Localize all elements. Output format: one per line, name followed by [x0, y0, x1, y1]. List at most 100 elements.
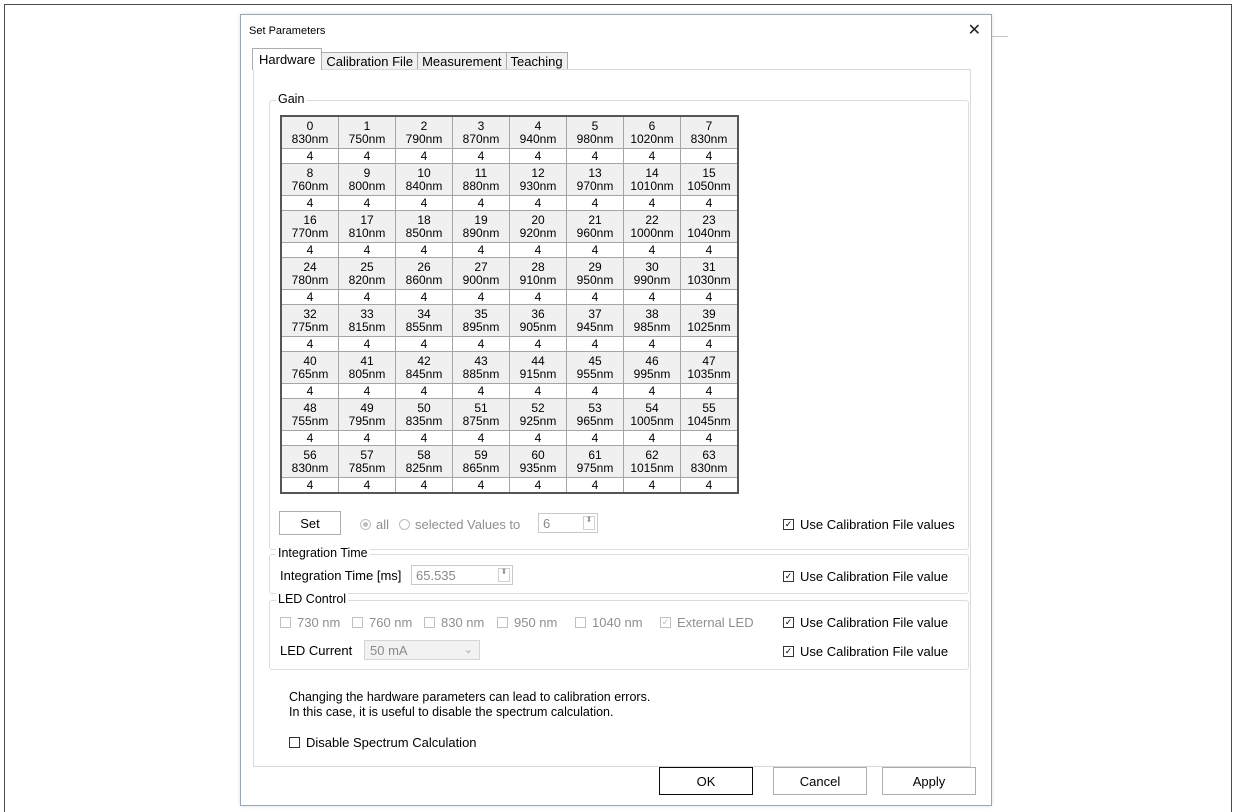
gain-channel-cell[interactable]: 12 930nm	[509, 163, 567, 196]
apply-button[interactable]: Apply	[882, 767, 976, 795]
gain-value-cell[interactable]: 4	[395, 336, 453, 352]
gain-channel-cell[interactable]: 59 865nm	[452, 445, 510, 478]
gain-value-cell[interactable]: 4	[680, 242, 739, 258]
gain-value-cell[interactable]: 4	[680, 383, 739, 399]
gain-channel-cell[interactable]: 58 825nm	[395, 445, 453, 478]
gain-channel-cell[interactable]: 23 1040nm	[680, 210, 739, 243]
gain-value-cell[interactable]: 4	[338, 289, 396, 305]
gain-channel-cell[interactable]: 33 815nm	[338, 304, 396, 337]
gain-value-cell[interactable]: 4	[280, 242, 339, 258]
gain-value-cell[interactable]: 4	[509, 242, 567, 258]
gain-value-cell[interactable]: 4	[395, 383, 453, 399]
gain-channel-cell[interactable]: 15 1050nm	[680, 163, 739, 196]
gain-channel-cell[interactable]: 37 945nm	[566, 304, 624, 337]
gain-channel-cell[interactable]: 45 955nm	[566, 351, 624, 384]
gain-value-cell[interactable]: 4	[623, 430, 681, 446]
gain-value-cell[interactable]: 4	[623, 383, 681, 399]
gain-value-cell[interactable]: 4	[280, 477, 339, 494]
gain-value-cell[interactable]: 4	[280, 148, 339, 164]
gain-value-cell[interactable]: 4	[509, 383, 567, 399]
gain-value-cell[interactable]: 4	[395, 148, 453, 164]
gain-channel-cell[interactable]: 38 985nm	[623, 304, 681, 337]
gain-channel-cell[interactable]: 60 935nm	[509, 445, 567, 478]
gain-value-cell[interactable]: 4	[680, 336, 739, 352]
gain-channel-cell[interactable]: 31 1030nm	[680, 257, 739, 290]
gain-channel-cell[interactable]: 17 810nm	[338, 210, 396, 243]
gain-channel-cell[interactable]: 6 1020nm	[623, 115, 681, 149]
integration-use-calibration-checkbox[interactable]: ✓ Use Calibration File value	[783, 569, 948, 584]
gain-value-cell[interactable]: 4	[452, 289, 510, 305]
gain-channel-cell[interactable]: 9 800nm	[338, 163, 396, 196]
gain-channel-cell[interactable]: 11 880nm	[452, 163, 510, 196]
gain-value-cell[interactable]: 4	[280, 383, 339, 399]
spin-arrows-icon[interactable]: ⬍	[498, 568, 510, 582]
close-icon[interactable]: ✕	[968, 20, 981, 40]
gain-value-cell[interactable]: 4	[566, 383, 624, 399]
led-1040-checkbox[interactable]: 1040 nm	[575, 615, 643, 630]
gain-channel-cell[interactable]: 42 845nm	[395, 351, 453, 384]
radio-all[interactable]: all	[360, 517, 389, 532]
gain-channel-cell[interactable]: 57 785nm	[338, 445, 396, 478]
led-use-calibration-checkbox[interactable]: ✓ Use Calibration File value	[783, 615, 948, 630]
led-830-checkbox[interactable]: 830 nm	[424, 615, 484, 630]
tab-measurement[interactable]: Measurement	[417, 52, 507, 70]
gain-channel-cell[interactable]: 30 990nm	[623, 257, 681, 290]
gain-value-cell[interactable]: 4	[452, 148, 510, 164]
gain-channel-cell[interactable]: 13 970nm	[566, 163, 624, 196]
gain-value-cell[interactable]: 4	[280, 430, 339, 446]
spin-arrows-icon[interactable]: ⬍	[583, 516, 595, 530]
gain-channel-cell[interactable]: 61 975nm	[566, 445, 624, 478]
gain-value-cell[interactable]: 4	[509, 477, 567, 494]
gain-channel-cell[interactable]: 21 960nm	[566, 210, 624, 243]
gain-channel-cell[interactable]: 18 850nm	[395, 210, 453, 243]
set-button[interactable]: Set	[279, 511, 341, 535]
gain-value-cell[interactable]: 4	[338, 242, 396, 258]
gain-channel-cell[interactable]: 24 780nm	[280, 257, 339, 290]
ok-button[interactable]: OK	[659, 767, 753, 795]
gain-channel-cell[interactable]: 14 1010nm	[623, 163, 681, 196]
gain-value-cell[interactable]: 4	[338, 430, 396, 446]
gain-value-cell[interactable]: 4	[566, 195, 624, 211]
gain-channel-cell[interactable]: 7 830nm	[680, 115, 739, 149]
gain-channel-cell[interactable]: 50 835nm	[395, 398, 453, 431]
led-730-checkbox[interactable]: 730 nm	[280, 615, 340, 630]
gain-value-cell[interactable]: 4	[509, 148, 567, 164]
gain-value-cell[interactable]: 4	[509, 430, 567, 446]
gain-value-cell[interactable]: 4	[280, 289, 339, 305]
gain-value-cell[interactable]: 4	[452, 336, 510, 352]
gain-value-cell[interactable]: 4	[338, 336, 396, 352]
gain-channel-cell[interactable]: 36 905nm	[509, 304, 567, 337]
gain-channel-cell[interactable]: 43 885nm	[452, 351, 510, 384]
tab-calibration-file[interactable]: Calibration File	[321, 52, 419, 70]
gain-value-cell[interactable]: 4	[452, 430, 510, 446]
gain-value-cell[interactable]: 4	[509, 195, 567, 211]
gain-value-cell[interactable]: 4	[623, 336, 681, 352]
led-760-checkbox[interactable]: 760 nm	[352, 615, 412, 630]
gain-value-cell[interactable]: 4	[623, 148, 681, 164]
gain-channel-cell[interactable]: 47 1035nm	[680, 351, 739, 384]
gain-channel-cell[interactable]: 1 750nm	[338, 115, 396, 149]
gain-channel-cell[interactable]: 48 755nm	[280, 398, 339, 431]
gain-value-cell[interactable]: 4	[280, 195, 339, 211]
radio-selected-values[interactable]: selected Values to	[399, 517, 520, 532]
gain-value-cell[interactable]: 4	[623, 477, 681, 494]
gain-channel-cell[interactable]: 32 775nm	[280, 304, 339, 337]
gain-channel-cell[interactable]: 25 820nm	[338, 257, 396, 290]
gain-value-cell[interactable]: 4	[566, 242, 624, 258]
gain-value-cell[interactable]: 4	[395, 477, 453, 494]
gain-channel-cell[interactable]: 20 920nm	[509, 210, 567, 243]
gain-channel-cell[interactable]: 2 790nm	[395, 115, 453, 149]
gain-channel-cell[interactable]: 4 940nm	[509, 115, 567, 149]
gain-channel-cell[interactable]: 22 1000nm	[623, 210, 681, 243]
gain-channel-cell[interactable]: 29 950nm	[566, 257, 624, 290]
gain-channel-cell[interactable]: 3 870nm	[452, 115, 510, 149]
gain-channel-cell[interactable]: 26 860nm	[395, 257, 453, 290]
gain-value-cell[interactable]: 4	[338, 477, 396, 494]
gain-value-cell[interactable]: 4	[395, 195, 453, 211]
gain-value-cell[interactable]: 4	[680, 477, 739, 494]
gain-value-cell[interactable]: 4	[395, 430, 453, 446]
gain-channel-cell[interactable]: 54 1005nm	[623, 398, 681, 431]
gain-value-cell[interactable]: 4	[566, 148, 624, 164]
gain-channel-cell[interactable]: 49 795nm	[338, 398, 396, 431]
disable-spectrum-checkbox[interactable]: Disable Spectrum Calculation	[289, 735, 477, 750]
